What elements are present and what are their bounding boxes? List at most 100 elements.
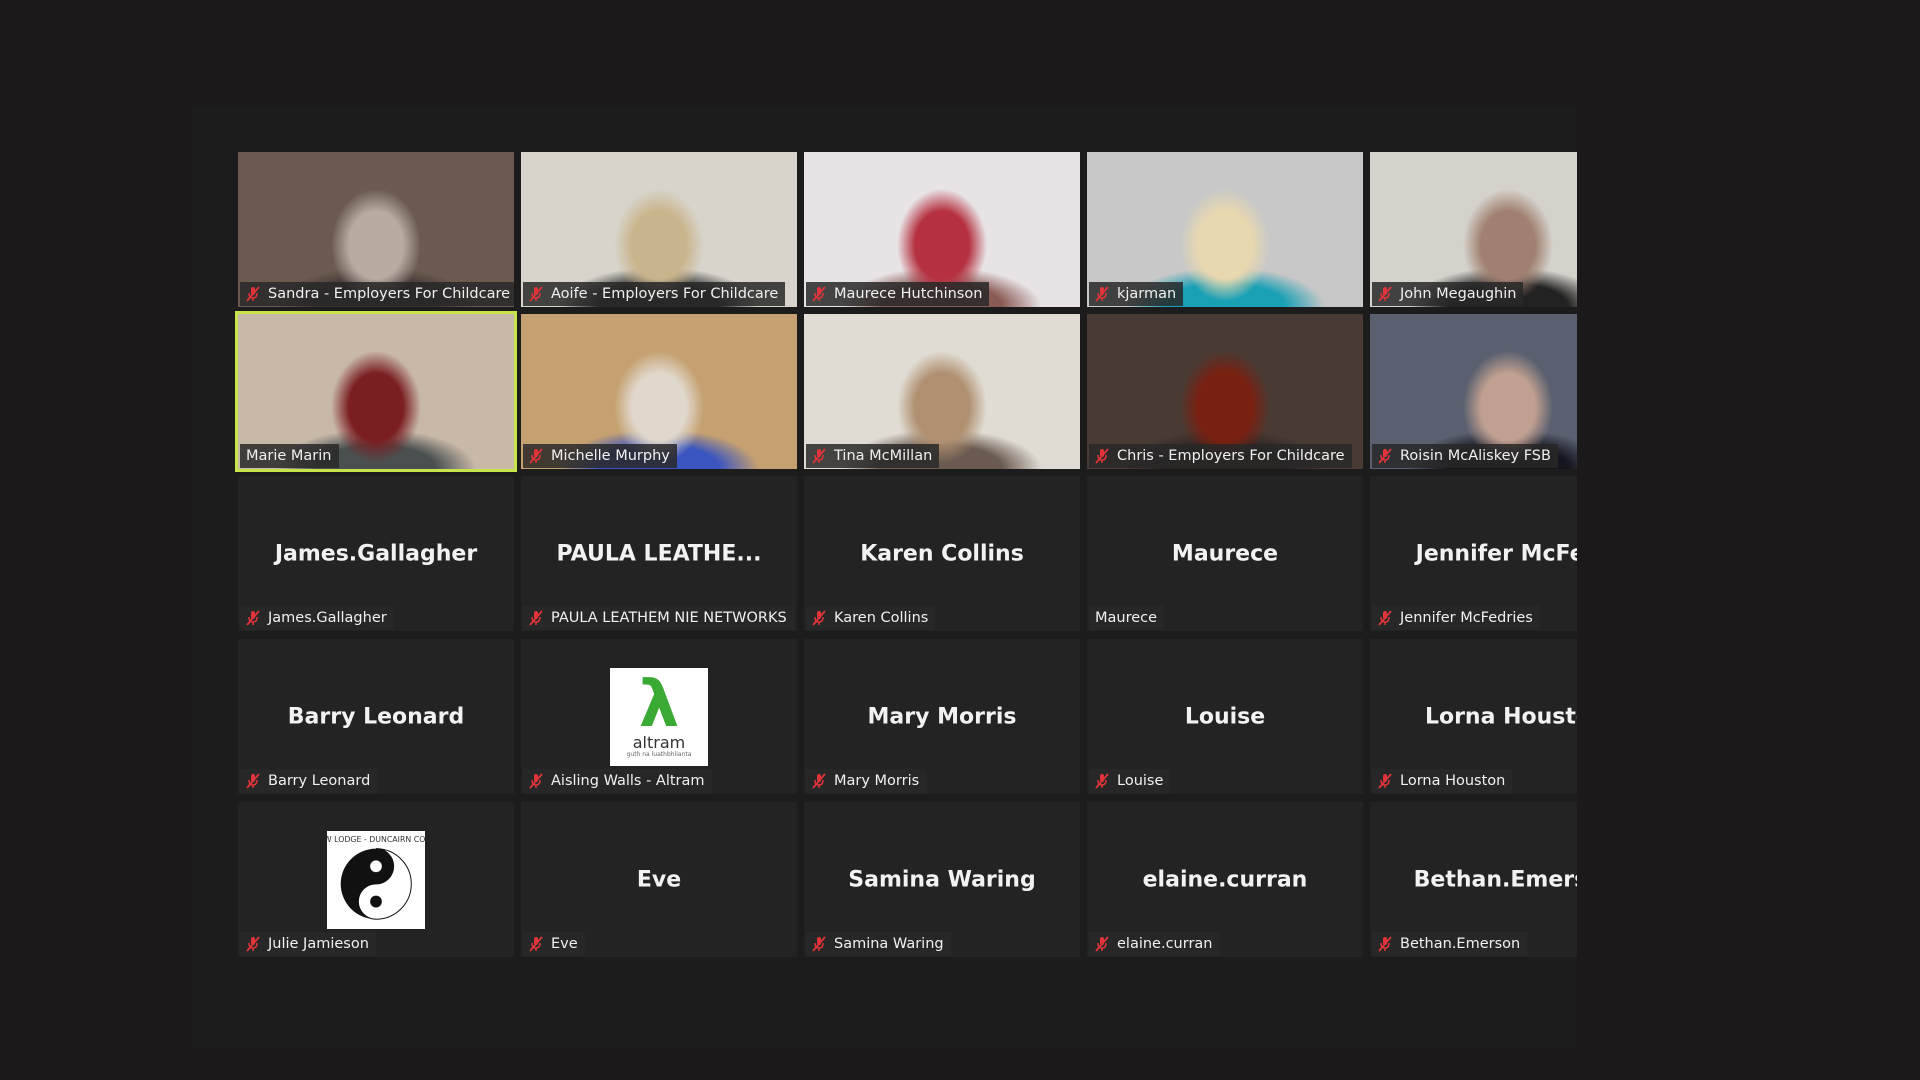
muted-mic-icon bbox=[1095, 936, 1109, 952]
participant-tile[interactable]: Maurece Maurece bbox=[1087, 476, 1363, 631]
participant-tile[interactable]: Michelle Murphy bbox=[521, 314, 797, 469]
muted-mic-icon bbox=[246, 773, 260, 789]
participant-tile[interactable]: James.Gallagher James.Gallagher bbox=[238, 476, 514, 631]
participant-tile[interactable]: PAULA LEATHE... PAULA LEATHEM NIE NETWORK… bbox=[521, 476, 797, 631]
participant-name-label: Eve bbox=[523, 932, 585, 956]
participant-tile[interactable]: John Megaughin bbox=[1370, 152, 1577, 307]
participant-tile[interactable]: Jennifer McFed Jennifer McFedries bbox=[1370, 476, 1577, 631]
participant-name: Julie Jamieson bbox=[268, 936, 369, 952]
participant-tile[interactable]: Louise Louise bbox=[1087, 639, 1363, 794]
participant-tile[interactable]: Sandra - Employers For Childcare bbox=[238, 152, 514, 307]
participant-name-label: Lorna Houston bbox=[1372, 769, 1513, 793]
participant-tile[interactable]: Marie Marin bbox=[235, 311, 517, 472]
participant-name: Lorna Houston bbox=[1400, 773, 1506, 789]
participant-name-label: Sandra - Employers For Childcare bbox=[240, 282, 514, 306]
participant-tile[interactable]: Eve Eve bbox=[521, 802, 797, 957]
yin-yang-logo: NEW LODGE - DUNCAIRN COMM bbox=[313, 830, 439, 929]
muted-mic-icon bbox=[812, 936, 826, 952]
participant-name-label: James.Gallagher bbox=[240, 606, 394, 630]
participant-tile[interactable]: Chris - Employers For Childcare bbox=[1087, 314, 1363, 469]
participant-display-name: Barry Leonard bbox=[287, 704, 465, 729]
participant-display-name: Karen Collins bbox=[860, 541, 1024, 566]
muted-mic-icon bbox=[1378, 448, 1392, 464]
participant-name: Karen Collins bbox=[834, 610, 929, 626]
participant-name-label: Samina Waring bbox=[806, 932, 951, 956]
participant-display-name: Louise bbox=[1184, 704, 1266, 729]
participant-name-label: Aoife - Employers For Childcare bbox=[523, 282, 786, 306]
muted-mic-icon bbox=[529, 610, 543, 626]
participant-name-label: kjarman bbox=[1089, 282, 1184, 306]
muted-mic-icon bbox=[246, 610, 260, 626]
participant-display-name: Bethan.Emerso bbox=[1413, 867, 1577, 892]
participant-tile[interactable]: Bethan.Emerso Bethan.Emerson bbox=[1370, 802, 1577, 957]
participant-tile[interactable]: Lorna Housto Lorna Houston bbox=[1370, 639, 1577, 794]
muted-mic-icon bbox=[1378, 610, 1392, 626]
participant-name-label: Barry Leonard bbox=[240, 769, 378, 793]
muted-mic-icon bbox=[812, 286, 826, 302]
participant-tile[interactable]: NEW LODGE - DUNCAIRN COMM Julie Jamieson bbox=[238, 802, 514, 957]
muted-mic-icon bbox=[529, 773, 543, 789]
participant-name: Tina McMillan bbox=[834, 448, 933, 464]
participant-name: Aoife - Employers For Childcare bbox=[551, 286, 779, 302]
muted-mic-icon bbox=[812, 610, 826, 626]
participant-name-label: Roisin McAliskey FSB bbox=[1372, 444, 1558, 468]
muted-mic-icon bbox=[1095, 286, 1109, 302]
participant-tile[interactable]: Samina Waring Samina Waring bbox=[804, 802, 1080, 957]
muted-mic-icon bbox=[1378, 773, 1392, 789]
altram-logo: λ altram guth na luathbhlianta bbox=[610, 667, 708, 766]
gallery-view: Sandra - Employers For Childcare Aoife - … bbox=[193, 108, 1577, 1047]
participant-name: John Megaughin bbox=[1400, 286, 1517, 302]
participant-display-name: elaine.curran bbox=[1142, 867, 1308, 892]
participant-name-label: Jennifer McFedries bbox=[1372, 606, 1540, 630]
participant-name: Marie Marin bbox=[246, 448, 332, 464]
participant-tile[interactable]: Tina McMillan bbox=[804, 314, 1080, 469]
participant-tile[interactable]: elaine.curran elaine.curran bbox=[1087, 802, 1363, 957]
participant-name: Mary Morris bbox=[834, 773, 920, 789]
participant-display-name: James.Gallagher bbox=[274, 541, 478, 566]
participant-name: elaine.curran bbox=[1117, 936, 1213, 952]
participant-tile[interactable]: Maurece Hutchinson bbox=[804, 152, 1080, 307]
participant-name-label: Maurece Hutchinson bbox=[806, 282, 990, 306]
participant-name-label: elaine.curran bbox=[1089, 932, 1220, 956]
participant-name: Maurece bbox=[1095, 610, 1158, 626]
muted-mic-icon bbox=[529, 936, 543, 952]
muted-mic-icon bbox=[246, 286, 260, 302]
participant-name-label: Michelle Murphy bbox=[523, 444, 677, 468]
muted-mic-icon bbox=[1095, 773, 1109, 789]
participant-display-name: Mary Morris bbox=[867, 704, 1017, 729]
participant-name: Bethan.Emerson bbox=[1400, 936, 1521, 952]
participant-name: Barry Leonard bbox=[268, 773, 371, 789]
participant-name-label: PAULA LEATHEM NIE NETWORKS bbox=[523, 606, 794, 630]
participant-tile[interactable]: Barry Leonard Barry Leonard bbox=[238, 639, 514, 794]
participant-tile[interactable]: kjarman bbox=[1087, 152, 1363, 307]
participant-name-label: Tina McMillan bbox=[806, 444, 940, 468]
participant-name: Jennifer McFedries bbox=[1400, 610, 1533, 626]
muted-mic-icon bbox=[812, 448, 826, 464]
participant-tile[interactable]: λ altram guth na luathbhlianta Aisling Wall… bbox=[521, 639, 797, 794]
participant-name: Sandra - Employers For Childcare bbox=[268, 286, 511, 302]
participant-name: James.Gallagher bbox=[268, 610, 387, 626]
participant-display-name: Maurece bbox=[1171, 541, 1279, 566]
participant-display-name: PAULA LEATHE... bbox=[556, 541, 762, 566]
participant-tile[interactable]: Mary Morris Mary Morris bbox=[804, 639, 1080, 794]
participant-tile[interactable]: Aoife - Employers For Childcare bbox=[521, 152, 797, 307]
participant-name: Eve bbox=[551, 936, 578, 952]
participant-name: Chris - Employers For Childcare bbox=[1117, 448, 1345, 464]
participant-name-label: Karen Collins bbox=[806, 606, 936, 630]
participant-display-name: Eve bbox=[636, 867, 682, 892]
participant-name: Aisling Walls - Altram bbox=[551, 773, 705, 789]
participant-name: kjarman bbox=[1117, 286, 1177, 302]
participant-name: Louise bbox=[1117, 773, 1164, 789]
participant-tile[interactable]: Roisin McAliskey FSB bbox=[1370, 314, 1577, 469]
muted-mic-icon bbox=[812, 773, 826, 789]
muted-mic-icon bbox=[529, 286, 543, 302]
participant-name-label: Marie Marin bbox=[240, 444, 339, 468]
participant-display-name: Lorna Housto bbox=[1424, 704, 1577, 729]
participant-name-label: Louise bbox=[1089, 769, 1171, 793]
participant-display-name: Jennifer McFed bbox=[1415, 541, 1577, 566]
participant-name-label: Julie Jamieson bbox=[240, 932, 376, 956]
muted-mic-icon bbox=[1095, 448, 1109, 464]
participant-name-label: Mary Morris bbox=[806, 769, 927, 793]
participant-tile[interactable]: Karen Collins Karen Collins bbox=[804, 476, 1080, 631]
participant-name-label: Maurece bbox=[1089, 606, 1165, 630]
